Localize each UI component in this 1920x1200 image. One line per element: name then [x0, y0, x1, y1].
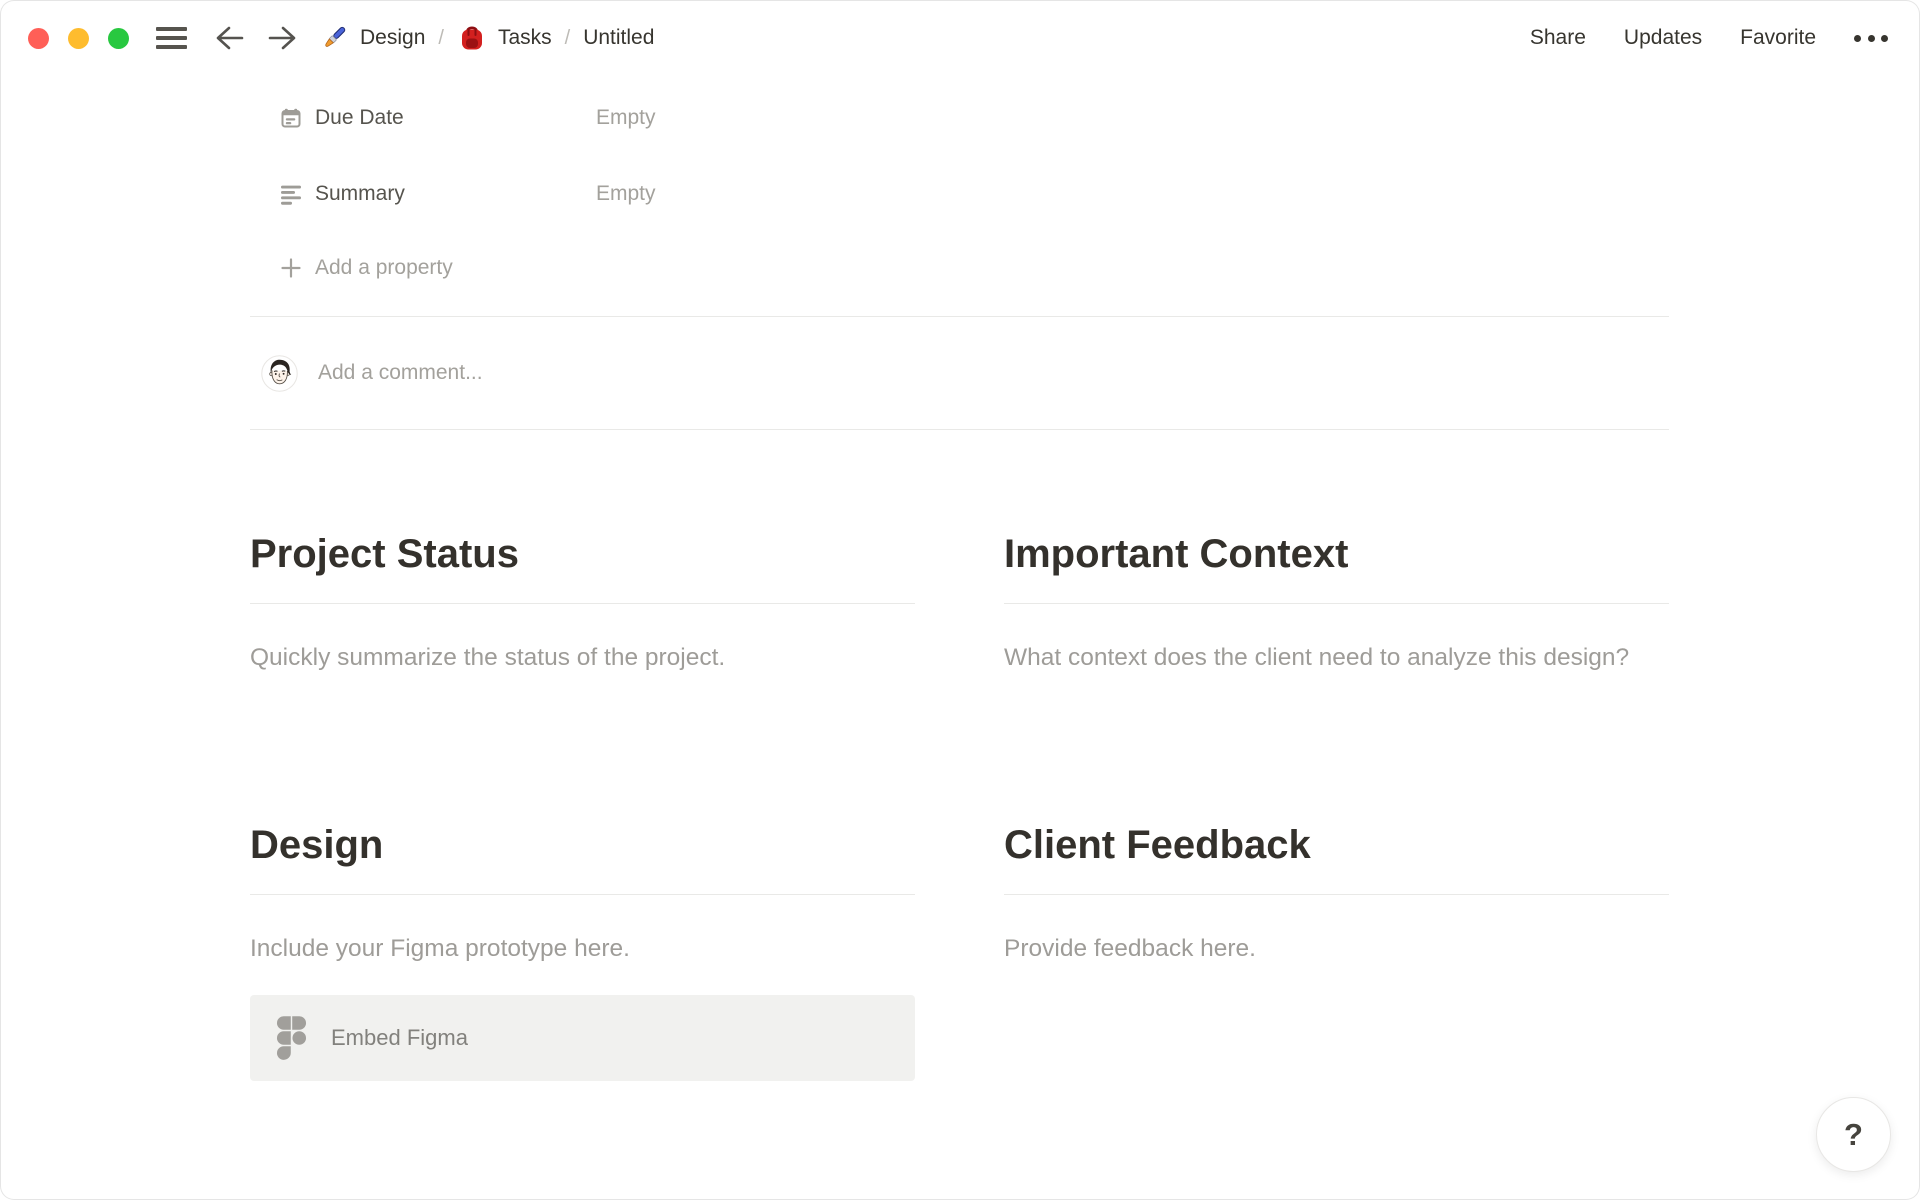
backpack-icon: [457, 23, 487, 53]
figma-icon: [276, 1015, 307, 1061]
hamburger-icon: [156, 27, 187, 31]
section-title[interactable]: Important Context: [1004, 529, 1669, 579]
calendar-icon: [279, 106, 303, 130]
section-title[interactable]: Client Feedback: [1004, 820, 1669, 870]
back-button[interactable]: [213, 24, 247, 52]
embed-figma-button[interactable]: Embed Figma: [250, 995, 915, 1081]
maximize-window-button[interactable]: [108, 27, 129, 49]
breadcrumb-separator: /: [564, 26, 571, 49]
forward-button[interactable]: [265, 24, 299, 52]
embed-figma-label: Embed Figma: [331, 1025, 468, 1050]
section-body[interactable]: Include your Figma prototype here.: [250, 925, 915, 973]
section-body[interactable]: Provide feedback here.: [1004, 925, 1669, 973]
sections-grid: Project Status Quickly summarize the sta…: [250, 529, 1669, 1121]
property-row-summary[interactable]: Summary Empty: [250, 166, 1669, 222]
help-button[interactable]: ?: [1816, 1097, 1891, 1172]
section-title[interactable]: Project Status: [250, 529, 915, 579]
minimize-window-button[interactable]: [68, 27, 89, 49]
section-body[interactable]: Quickly summarize the status of the proj…: [250, 634, 915, 682]
topbar-actions: Share Updates Favorite: [1530, 26, 1888, 50]
window-controls: [28, 27, 129, 49]
breadcrumb-label: Design: [360, 26, 426, 49]
ellipsis-icon: [1854, 34, 1861, 42]
add-property-button[interactable]: Add a property: [250, 242, 1669, 294]
paintbrush-icon: [319, 23, 349, 53]
breadcrumb: Design / Tasks / Untitled: [319, 23, 654, 53]
breadcrumb-item-tasks[interactable]: Tasks: [457, 23, 552, 53]
divider: [250, 429, 1669, 430]
property-label: Due Date: [315, 106, 404, 129]
arrow-left-icon: [216, 26, 244, 50]
section-design: Design Include your Figma prototype here…: [250, 820, 915, 1081]
add-comment-row[interactable]: Add a comment...: [250, 317, 1669, 429]
share-button[interactable]: Share: [1530, 26, 1586, 50]
close-window-button[interactable]: [28, 27, 49, 49]
more-options-button[interactable]: [1854, 34, 1888, 42]
topbar: Design / Tasks / Untitled Share Updates …: [0, 0, 1920, 76]
breadcrumb-label: Untitled: [583, 26, 655, 49]
comment-input[interactable]: Add a comment...: [318, 361, 483, 385]
divider: [1004, 894, 1669, 895]
divider: [1004, 603, 1669, 604]
breadcrumb-separator: /: [438, 26, 444, 49]
sidebar-toggle-button[interactable]: [156, 27, 187, 49]
property-label: Summary: [315, 182, 405, 205]
divider: [250, 603, 915, 604]
breadcrumb-item-untitled[interactable]: Untitled: [583, 26, 654, 50]
page-content: Due Date Empty Summary Empty Add a prope…: [250, 76, 1669, 1121]
property-value[interactable]: Empty: [596, 106, 656, 130]
arrow-right-icon: [268, 26, 296, 50]
updates-button[interactable]: Updates: [1624, 26, 1702, 50]
property-value[interactable]: Empty: [596, 182, 656, 206]
divider: [250, 894, 915, 895]
property-row-due-date[interactable]: Due Date Empty: [250, 90, 1669, 146]
breadcrumb-label: Tasks: [497, 26, 552, 49]
text-align-left-icon: [279, 182, 303, 206]
avatar: [261, 354, 298, 392]
page-properties: Due Date Empty Summary Empty Add a prope…: [250, 76, 1669, 294]
section-important-context: Important Context What context does the …: [1004, 529, 1669, 682]
section-title[interactable]: Design: [250, 820, 915, 870]
add-property-label: Add a property: [315, 256, 453, 279]
favorite-button[interactable]: Favorite: [1740, 26, 1816, 50]
section-project-status: Project Status Quickly summarize the sta…: [250, 529, 915, 682]
section-client-feedback: Client Feedback Provide feedback here.: [1004, 820, 1669, 1081]
section-body[interactable]: What context does the client need to ana…: [1004, 634, 1669, 682]
plus-icon: [279, 256, 303, 280]
breadcrumb-item-design[interactable]: Design: [319, 23, 425, 53]
notion-window: Design / Tasks / Untitled Share Updates …: [0, 0, 1920, 1200]
